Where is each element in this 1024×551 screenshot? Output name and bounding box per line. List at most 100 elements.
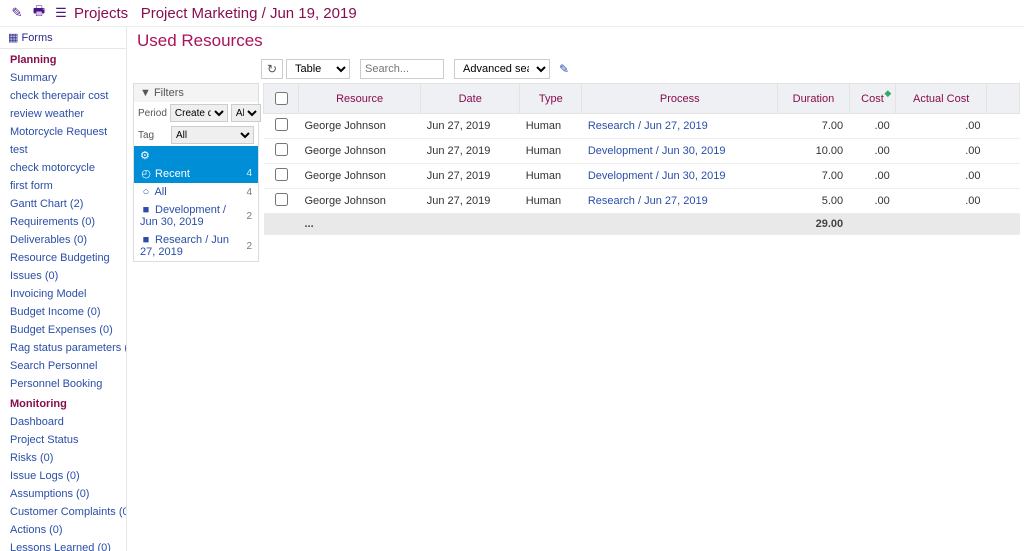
cell-cost: .00: [849, 189, 896, 214]
cell-cost: .00: [849, 114, 896, 139]
cell-date: Jun 27, 2019: [421, 114, 520, 139]
nav-item[interactable]: test: [0, 141, 126, 159]
nav-item[interactable]: Actions (0): [0, 521, 126, 539]
folder-icon: ■: [140, 234, 152, 246]
header-date[interactable]: Date: [421, 84, 520, 114]
cell-cost: .00: [849, 164, 896, 189]
nav-item[interactable]: Risks (0): [0, 449, 126, 467]
total-label: ...: [299, 214, 778, 235]
nav-item[interactable]: Deliverables (0): [0, 231, 126, 249]
search-input[interactable]: [360, 59, 444, 79]
nav-item[interactable]: Gantt Chart (2): [0, 195, 126, 213]
folder-icon: ■: [140, 204, 152, 216]
nav-item[interactable]: check motorcycle: [0, 159, 126, 177]
cell-duration: 5.00: [778, 189, 849, 214]
period-all-select[interactable]: All: [231, 104, 261, 122]
grid: Resource Date Type Process Duration Cost…: [259, 81, 1024, 262]
refresh-icon[interactable]: ↻: [261, 59, 283, 79]
nav-section-title: Monitoring: [0, 393, 126, 413]
nav-item[interactable]: Customer Complaints (0): [0, 503, 126, 521]
page-title: Used Resources: [127, 27, 1024, 57]
header-checkbox[interactable]: [264, 84, 299, 114]
toolbar: ↻ Table Advanced search ✎: [257, 57, 1024, 81]
cell-date: Jun 27, 2019: [421, 164, 520, 189]
menu-icon[interactable]: ☰: [52, 4, 70, 22]
nav-item[interactable]: Issue Logs (0): [0, 467, 126, 485]
breadcrumb: Projects Project Marketing / Jun 19, 201…: [74, 5, 357, 22]
breadcrumb-project-name[interactable]: Project Marketing: [141, 5, 258, 22]
edit-icon[interactable]: ✎: [8, 4, 26, 22]
filters-gear[interactable]: ⚙: [134, 146, 258, 164]
nav-item[interactable]: Summary: [0, 69, 126, 87]
cell-duration: 7.00: [778, 114, 849, 139]
nav-item[interactable]: Search Personnel: [0, 357, 126, 375]
period-field-select[interactable]: Create date: [170, 104, 228, 122]
row-checkbox[interactable]: [264, 114, 299, 139]
nav-item[interactable]: Project Status: [0, 431, 126, 449]
table-row[interactable]: George JohnsonJun 27, 2019HumanDevelopme…: [264, 164, 1020, 189]
folder-icon: ○: [140, 186, 152, 198]
left-nav: ▦ Forms PlanningSummarycheck therepair c…: [0, 27, 127, 551]
nav-item[interactable]: Motorcycle Request: [0, 123, 126, 141]
nav-item[interactable]: Budget Expenses (0): [0, 321, 126, 339]
breadcrumb-projects[interactable]: Projects: [74, 5, 128, 22]
table-header-row: Resource Date Type Process Duration Cost…: [264, 84, 1020, 114]
view-select[interactable]: Table: [286, 59, 350, 79]
cell-resource: George Johnson: [299, 114, 421, 139]
filters-header: ▼ Filters: [134, 84, 258, 102]
cell-resource: George Johnson: [299, 139, 421, 164]
nav-item[interactable]: first form: [0, 177, 126, 195]
nav-item[interactable]: Invoicing Model: [0, 285, 126, 303]
cell-duration: 7.00: [778, 164, 849, 189]
filter-node[interactable]: ◴ Recent4: [134, 164, 258, 183]
nav-item[interactable]: Assumptions (0): [0, 485, 126, 503]
cell-process[interactable]: Development / Jun 30, 2019: [582, 164, 778, 189]
advanced-search-select[interactable]: Advanced search: [454, 59, 550, 79]
filters-panel: ▼ Filters Period Create date All Tag All…: [133, 83, 259, 262]
filter-node[interactable]: ■ Development / Jun 30, 20192: [134, 201, 258, 231]
header-resource[interactable]: Resource: [299, 84, 421, 114]
cell-type: Human: [520, 139, 582, 164]
nav-item[interactable]: Resource Budgeting: [0, 249, 126, 267]
nav-item[interactable]: Personnel Booking: [0, 375, 126, 393]
cell-actual: .00: [896, 139, 987, 164]
edit-search-icon[interactable]: ✎: [553, 59, 575, 79]
row-checkbox[interactable]: [264, 139, 299, 164]
forms-header: ▦ Forms: [0, 27, 126, 49]
cell-type: Human: [520, 114, 582, 139]
header-duration[interactable]: Duration: [778, 84, 849, 114]
print-icon[interactable]: 🖶: [30, 4, 48, 22]
table-row[interactable]: George JohnsonJun 27, 2019HumanDevelopme…: [264, 139, 1020, 164]
cell-process[interactable]: Development / Jun 30, 2019: [582, 139, 778, 164]
header-process[interactable]: Process: [582, 84, 778, 114]
cell-type: Human: [520, 189, 582, 214]
cell-process[interactable]: Research / Jun 27, 2019: [582, 114, 778, 139]
period-label: Period: [138, 108, 167, 119]
topbar: ✎ 🖶 ☰ Projects Project Marketing / Jun 1…: [0, 0, 1024, 27]
nav-item[interactable]: Requirements (0): [0, 213, 126, 231]
filter-node[interactable]: ○ All4: [134, 183, 258, 201]
nav-item[interactable]: Budget Income (0): [0, 303, 126, 321]
nav-item[interactable]: check therepair cost: [0, 87, 126, 105]
folder-icon: ◴: [140, 167, 152, 180]
cell-duration: 10.00: [778, 139, 849, 164]
nav-item[interactable]: review weather: [0, 105, 126, 123]
nav-item[interactable]: Rag status parameters (0): [0, 339, 126, 357]
header-type[interactable]: Type: [520, 84, 582, 114]
nav-item[interactable]: Dashboard: [0, 413, 126, 431]
filter-node[interactable]: ■ Research / Jun 27, 20192: [134, 231, 258, 261]
nav-item[interactable]: Issues (0): [0, 267, 126, 285]
tag-select[interactable]: All: [171, 126, 254, 144]
nav-item[interactable]: Lessons Learned (0): [0, 539, 126, 551]
grid-icon: ▦: [8, 32, 18, 44]
header-cost[interactable]: Cost◆: [849, 84, 896, 114]
cell-cost: .00: [849, 139, 896, 164]
sort-icon: ◆: [884, 88, 891, 99]
total-duration: 29.00: [778, 214, 849, 235]
cell-process[interactable]: Research / Jun 27, 2019: [582, 189, 778, 214]
row-checkbox[interactable]: [264, 189, 299, 214]
table-row[interactable]: George JohnsonJun 27, 2019HumanResearch …: [264, 189, 1020, 214]
header-actual-cost[interactable]: Actual Cost: [896, 84, 987, 114]
row-checkbox[interactable]: [264, 164, 299, 189]
table-row[interactable]: George JohnsonJun 27, 2019HumanResearch …: [264, 114, 1020, 139]
